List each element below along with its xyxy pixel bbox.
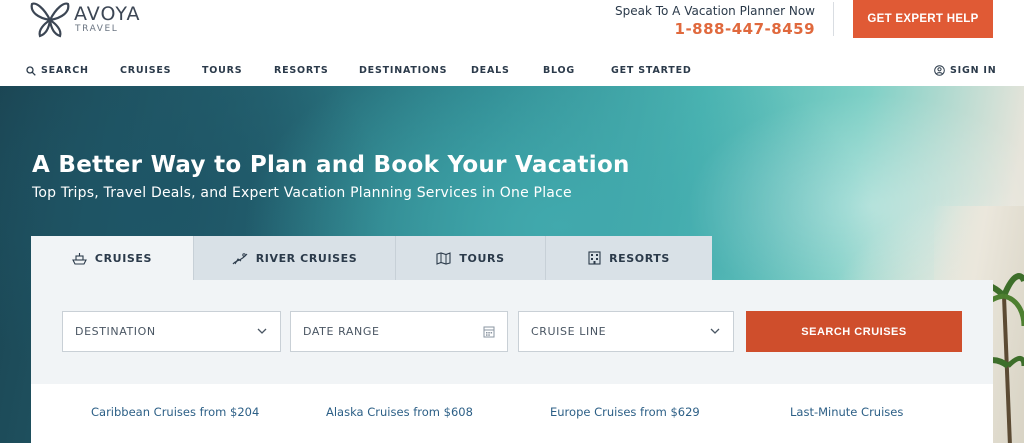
quick-links: Caribbean Cruises from $204 Alaska Cruis… — [31, 384, 993, 443]
main-nav: SEARCH CRUISES TOURS RESORTS DESTINATION… — [0, 56, 1024, 86]
building-icon — [588, 251, 601, 265]
cruise-line-select[interactable]: CRUISE LINE — [518, 311, 734, 352]
quick-link-caribbean[interactable]: Caribbean Cruises from $204 — [91, 405, 259, 419]
date-range-input[interactable]: DATE RANGE — [290, 311, 508, 352]
brand-name: AVOYA — [74, 3, 141, 25]
quick-link-europe[interactable]: Europe Cruises from $629 — [550, 405, 700, 419]
nav-item-destinations[interactable]: DESTINATIONS — [359, 65, 447, 76]
destination-select[interactable]: DESTINATION — [62, 311, 281, 352]
tab-tours-label: TOURS — [459, 251, 505, 265]
site-header: AVOYA TRAVEL Speak To A Vacation Planner… — [0, 0, 1024, 56]
search-tabs: CRUISES RIVER CRUISES TOURS RESORTS — [31, 236, 712, 280]
destination-select-label: DESTINATION — [75, 325, 156, 338]
phone-number-link[interactable]: 1-888-447-8459 — [615, 18, 815, 40]
nav-item-deals[interactable]: DEALS — [471, 65, 510, 76]
nav-item-resorts[interactable]: RESORTS — [274, 65, 329, 76]
tab-river-cruises-label: RIVER CRUISES — [255, 251, 358, 265]
contact-block: Speak To A Vacation Planner Now 1-888-44… — [615, 4, 815, 40]
nav-sign-in[interactable]: SIGN IN — [934, 65, 997, 76]
quick-link-alaska[interactable]: Alaska Cruises from $608 — [326, 405, 473, 419]
butterfly-logo-icon — [30, 2, 70, 38]
nav-search-label: SEARCH — [41, 65, 89, 76]
contact-label: Speak To A Vacation Planner Now — [615, 4, 815, 18]
brand-tagline: TRAVEL — [75, 24, 119, 34]
river-cruise-icon — [232, 252, 248, 265]
nav-item-get-started[interactable]: GET STARTED — [611, 65, 692, 76]
nav-item-tours[interactable]: TOURS — [202, 65, 242, 76]
chevron-down-icon — [709, 325, 721, 337]
calendar-icon — [483, 325, 495, 338]
tab-resorts-label: RESORTS — [609, 251, 670, 265]
tab-cruises[interactable]: CRUISES — [31, 236, 193, 280]
quick-link-last-minute[interactable]: Last-Minute Cruises — [790, 405, 903, 419]
user-icon — [934, 65, 945, 76]
hero-title: A Better Way to Plan and Book Your Vacat… — [32, 152, 630, 178]
map-icon — [436, 251, 451, 265]
ship-icon — [72, 252, 87, 265]
cruise-line-select-label: CRUISE LINE — [531, 325, 607, 338]
get-expert-help-button[interactable]: GET EXPERT HELP — [853, 0, 993, 38]
tab-resorts[interactable]: RESORTS — [545, 236, 712, 280]
search-panel: DESTINATION DATE RANGE CRUISE LINE SEARC… — [31, 280, 993, 384]
nav-item-cruises[interactable]: CRUISES — [120, 65, 171, 76]
tab-tours[interactable]: TOURS — [395, 236, 545, 280]
header-divider — [833, 2, 834, 36]
nav-search[interactable]: SEARCH — [26, 65, 89, 76]
nav-sign-in-label: SIGN IN — [950, 65, 997, 76]
chevron-down-icon — [256, 325, 268, 337]
tab-cruises-label: CRUISES — [94, 251, 153, 265]
search-icon — [26, 65, 36, 76]
date-range-placeholder: DATE RANGE — [303, 325, 380, 338]
tab-river-cruises[interactable]: RIVER CRUISES — [193, 236, 395, 280]
hero-subtitle: Top Trips, Travel Deals, and Expert Vaca… — [32, 185, 572, 201]
nav-item-blog[interactable]: BLOG — [543, 65, 575, 76]
brand-logo[interactable]: AVOYA TRAVEL — [30, 0, 141, 40]
search-cruises-button[interactable]: SEARCH CRUISES — [746, 311, 962, 352]
